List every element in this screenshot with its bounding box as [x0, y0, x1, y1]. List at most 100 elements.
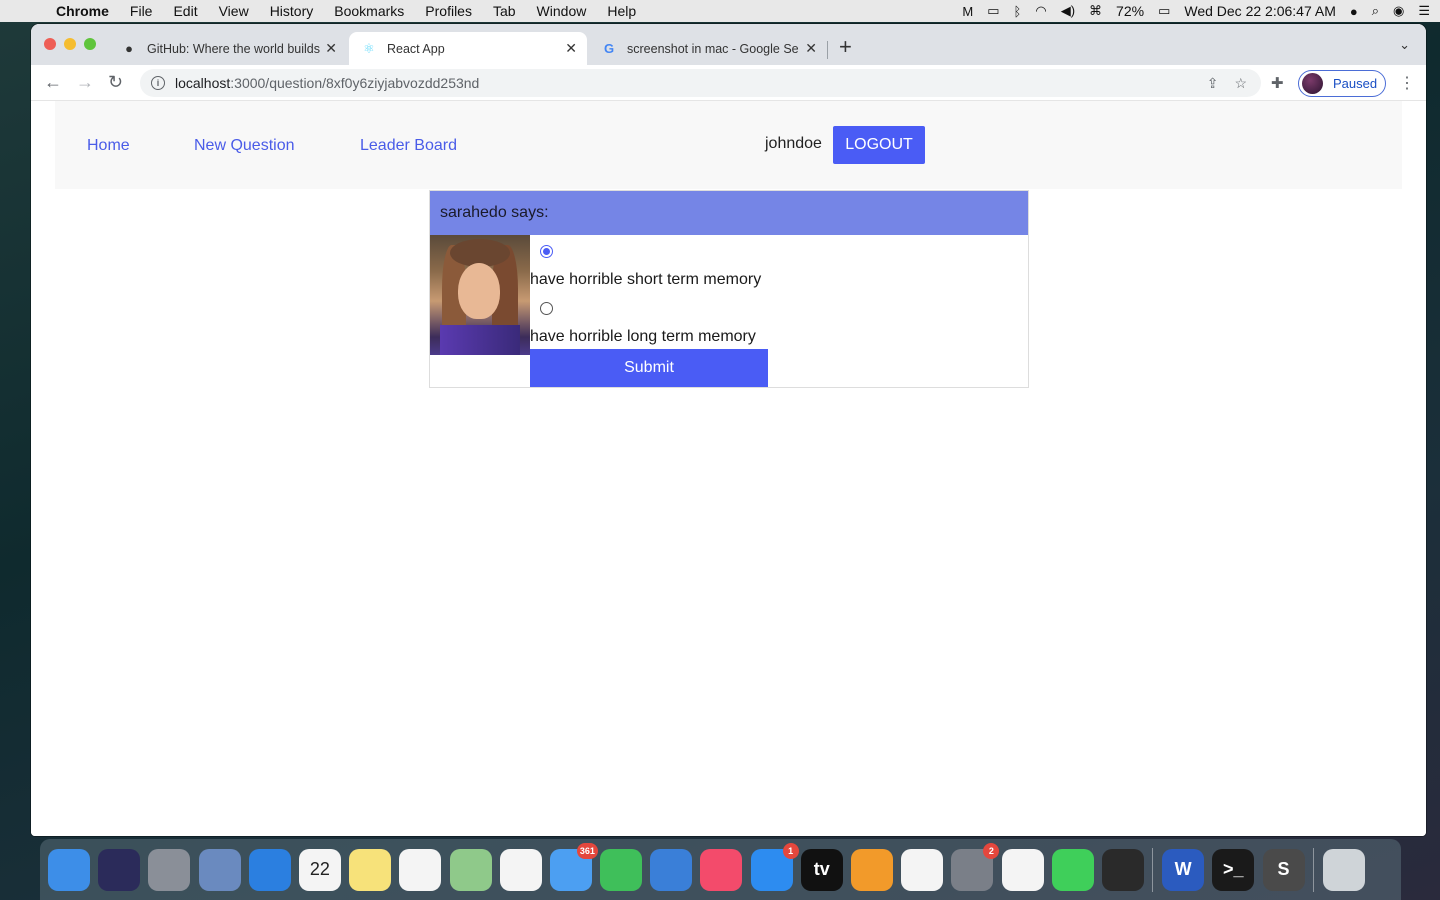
macos-menu-bar: Chrome File Edit View History Bookmarks …	[0, 0, 1440, 22]
dock-compass-icon[interactable]	[248, 848, 291, 891]
info-icon[interactable]: i	[151, 76, 165, 90]
notification-badge: 2	[983, 842, 1000, 859]
dock-rocket-icon[interactable]	[148, 848, 191, 891]
menu-help[interactable]: Help	[607, 3, 636, 19]
menu-bookmarks[interactable]: Bookmarks	[334, 3, 404, 19]
dock-maps-icon[interactable]	[449, 848, 492, 891]
dock-photos-icon[interactable]	[499, 848, 542, 891]
close-icon[interactable]: ✕	[805, 40, 817, 57]
menu-profiles[interactable]: Profiles	[425, 3, 472, 19]
dock-icon-label: 22	[309, 859, 330, 879]
back-button[interactable]: ←	[44, 72, 62, 93]
tab-google-search[interactable]: G screenshot in mac - Google Se ✕	[589, 32, 827, 65]
dock-sublime-icon[interactable]: S	[1262, 848, 1305, 891]
dock-stamp-icon[interactable]	[198, 848, 241, 891]
menu-history[interactable]: History	[270, 3, 314, 19]
tab-title: React App	[387, 41, 445, 56]
dock-whatsapp-icon[interactable]	[1051, 848, 1094, 891]
menu-app-name[interactable]: Chrome	[56, 3, 109, 19]
profile-status: Paused	[1333, 76, 1378, 91]
close-icon[interactable]: ✕	[325, 40, 337, 57]
option-one-radio[interactable]	[540, 245, 553, 258]
siri-menu-icon[interactable]: ◉	[1393, 3, 1404, 19]
minimize-window-button[interactable]	[64, 38, 76, 50]
menu-edit[interactable]: Edit	[173, 3, 197, 19]
dock-messages-icon[interactable]: 361	[549, 842, 598, 891]
card-header: sarahedo says:	[430, 191, 1028, 235]
star-icon[interactable]: ☆	[1234, 75, 1247, 92]
malwarebytes-icon[interactable]: M	[962, 4, 973, 19]
chevron-down-icon[interactable]: ⌄	[1399, 37, 1410, 53]
control-center-icon[interactable]: ☰	[1418, 3, 1430, 19]
address-bar[interactable]: i localhost:3000/question/8xf0y6ziyjabvo…	[140, 69, 1261, 97]
dock-capture-icon[interactable]	[1101, 848, 1144, 891]
tab-separator	[827, 41, 828, 59]
airplay-icon[interactable]: ▭	[987, 3, 999, 19]
bluetooth-icon[interactable]: ᛒ	[1014, 4, 1022, 19]
notification-badge: 361	[576, 842, 598, 859]
dock-icon-label: >_	[1223, 859, 1244, 879]
url-host: localhost	[175, 75, 231, 91]
dock-terminal-icon[interactable]: >_	[1212, 848, 1255, 891]
dock-gear-icon[interactable]: 2	[951, 842, 1000, 891]
dock-icon-label: W	[1174, 859, 1192, 879]
notification-badge: 1	[782, 842, 799, 859]
option-one-label[interactable]: have horrible short term memory	[530, 271, 761, 289]
menu-view[interactable]: View	[219, 3, 249, 19]
google-icon: G	[603, 41, 615, 56]
dock-chrome-icon[interactable]	[1001, 848, 1044, 891]
profile-button[interactable]: Paused	[1298, 70, 1386, 97]
dock-icon-label: S	[1277, 859, 1290, 879]
logout-button[interactable]: LOGOUT	[833, 126, 925, 164]
forward-button[interactable]: →	[76, 72, 94, 93]
dock-reminders-icon[interactable]	[399, 848, 442, 891]
dock-books-icon[interactable]	[851, 848, 893, 891]
dock-word-icon[interactable]: W	[1162, 848, 1205, 891]
tab-title: GitHub: Where the world builds	[147, 41, 320, 56]
reload-button[interactable]: ↻	[108, 72, 123, 93]
extensions-icon[interactable]: ✚	[1271, 74, 1284, 92]
option-two-radio[interactable]	[540, 302, 553, 315]
author-says: sarahedo says:	[440, 204, 549, 221]
dock-appstore-icon[interactable]: 1	[750, 842, 799, 891]
browser-toolbar: ← → ↻ i localhost:3000/question/8xf0y6zi…	[31, 65, 1426, 101]
keyboard-icon[interactable]: ⌘	[1089, 3, 1102, 19]
dock-keynote-icon[interactable]	[650, 848, 693, 891]
menu-file[interactable]: File	[130, 3, 153, 19]
zoom-window-button[interactable]	[84, 38, 96, 50]
spotlight-icon[interactable]: ⌕	[1372, 3, 1379, 19]
browser-window: ● GitHub: Where the world builds ✕ ⚛ Rea…	[31, 24, 1426, 836]
dock-tv-icon[interactable]: tv	[800, 848, 843, 891]
close-icon[interactable]: ✕	[565, 40, 577, 57]
dock-vscode-icon[interactable]	[901, 848, 944, 891]
option-two-label[interactable]: have horrible long term memory	[530, 328, 756, 346]
menu-tab[interactable]: Tab	[493, 3, 516, 19]
dock-separator	[1312, 847, 1314, 892]
question-card: sarahedo says: have horrible short term …	[429, 190, 1029, 388]
dock-facetime-icon[interactable]	[600, 848, 643, 891]
nav-new-question-link[interactable]: New Question	[194, 137, 295, 155]
new-tab-button[interactable]: +	[839, 34, 852, 60]
nav-leader-board-link[interactable]: Leader Board	[360, 137, 457, 155]
clock[interactable]: Wed Dec 22 2:06:47 AM	[1184, 3, 1336, 19]
menu-window[interactable]: Window	[537, 3, 587, 19]
battery-icon[interactable]: ▭	[1158, 3, 1170, 19]
more-menu-icon[interactable]: ⋮	[1399, 73, 1415, 93]
submit-button[interactable]: Submit	[530, 349, 768, 387]
dock-notes-icon[interactable]	[349, 848, 392, 891]
wifi-icon[interactable]: ◠	[1035, 3, 1046, 19]
dock-calendar-icon[interactable]: 22	[298, 848, 341, 891]
tab-react-app[interactable]: ⚛ React App ✕	[349, 32, 587, 65]
close-window-button[interactable]	[44, 38, 56, 50]
nav-home-link[interactable]: Home	[87, 137, 130, 155]
tab-github[interactable]: ● GitHub: Where the world builds ✕	[109, 32, 347, 65]
share-icon[interactable]: ⇪	[1207, 75, 1219, 92]
dock-siri-icon[interactable]	[98, 848, 141, 891]
tab-title: screenshot in mac - Google Se	[627, 41, 799, 56]
dock-finder-icon[interactable]	[48, 848, 90, 891]
dock-music-icon[interactable]	[700, 848, 743, 891]
user-icon[interactable]: ●	[1350, 4, 1358, 19]
volume-icon[interactable]: ◀)	[1061, 3, 1075, 19]
dock-trash-icon[interactable]	[1322, 848, 1365, 891]
battery-percent: 72%	[1116, 3, 1145, 19]
